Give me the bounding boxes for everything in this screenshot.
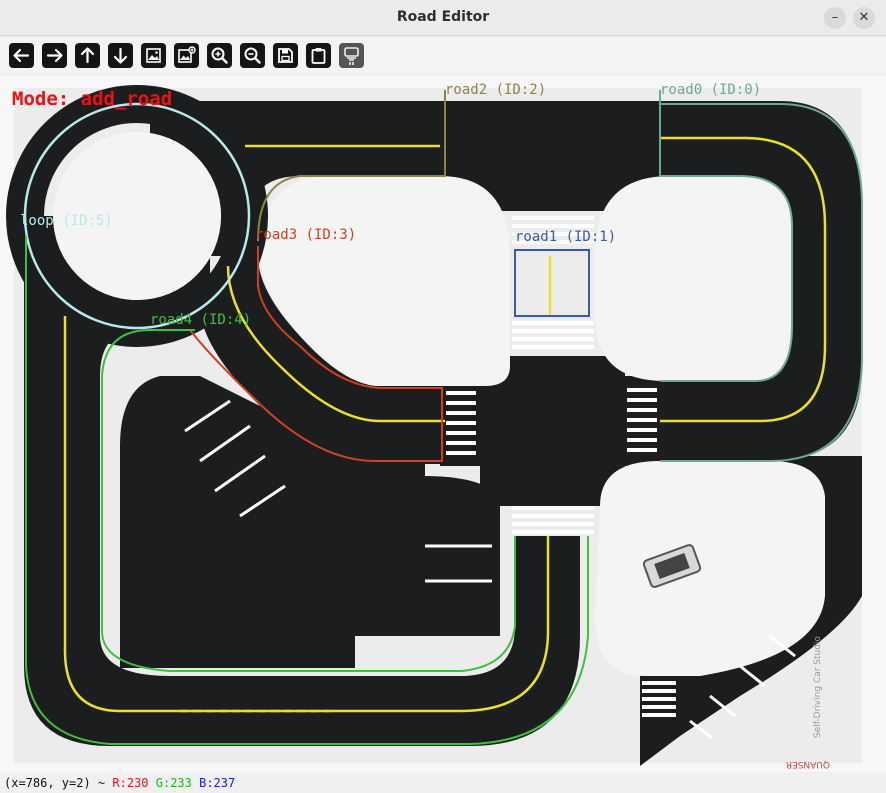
map-canvas[interactable]: Self-Driving Car Studio QUANSER Mode: ad… [0,76,886,772]
arrow-down-icon [113,47,128,64]
minimize-button[interactable]: – [824,7,846,29]
pixel-green-value: G:233 [155,776,192,790]
zoom-in-button[interactable] [207,43,232,68]
zoom-out-button[interactable] [240,43,265,68]
zoom-out-icon [244,47,261,64]
settings-icon [344,47,359,65]
cursor-coords: (x=786, y=2) ~ [4,776,106,790]
pan-right-button[interactable] [42,43,67,68]
road1-label: road1 (ID:1) [515,229,617,245]
pan-down-button[interactable] [108,43,133,68]
save-button[interactable] [273,43,298,68]
pixel-red-value: R:230 [112,776,149,790]
arrow-left-icon [13,48,30,63]
road0-label: road0 (ID:0) [660,82,762,98]
clipboard-button[interactable] [306,43,331,68]
zoom-in-icon [211,47,228,64]
status-bar: (x=786, y=2) ~ R:230 G:233 B:237 [0,772,886,793]
road2-label: road2 (ID:2) [445,82,547,98]
image-icon [146,48,161,63]
road-map[interactable]: Self-Driving Car Studio QUANSER [0,76,886,772]
map-brand: QUANSER [786,759,830,769]
toolbar [0,38,886,74]
image-edit-icon [178,46,196,63]
pixel-blue-value: B:237 [199,776,236,790]
road3-label: road3 (ID:3) [255,227,357,243]
settings-button[interactable] [339,43,364,68]
loop-label: loop (ID:5) [20,213,113,229]
arrow-right-icon [46,48,63,63]
close-button[interactable]: ✕ [853,7,875,29]
arrow-up-icon [80,47,95,64]
pan-left-button[interactable] [9,43,34,68]
pan-up-button[interactable] [75,43,100,68]
mode-indicator: Mode: add_road [12,88,173,110]
road4-label: road4 (ID:4) [150,312,252,328]
title-bar: Road Editor – ✕ [0,0,886,36]
road-editor-window: Road Editor – ✕ Self-Driving Car Studio … [0,0,886,793]
edit-image-button[interactable] [174,43,199,68]
window-title: Road Editor [396,9,490,25]
zoom-image-button[interactable] [141,43,166,68]
save-icon [278,48,293,63]
clipboard-icon [311,48,326,64]
map-caption: Self-Driving Car Studio [813,636,823,738]
